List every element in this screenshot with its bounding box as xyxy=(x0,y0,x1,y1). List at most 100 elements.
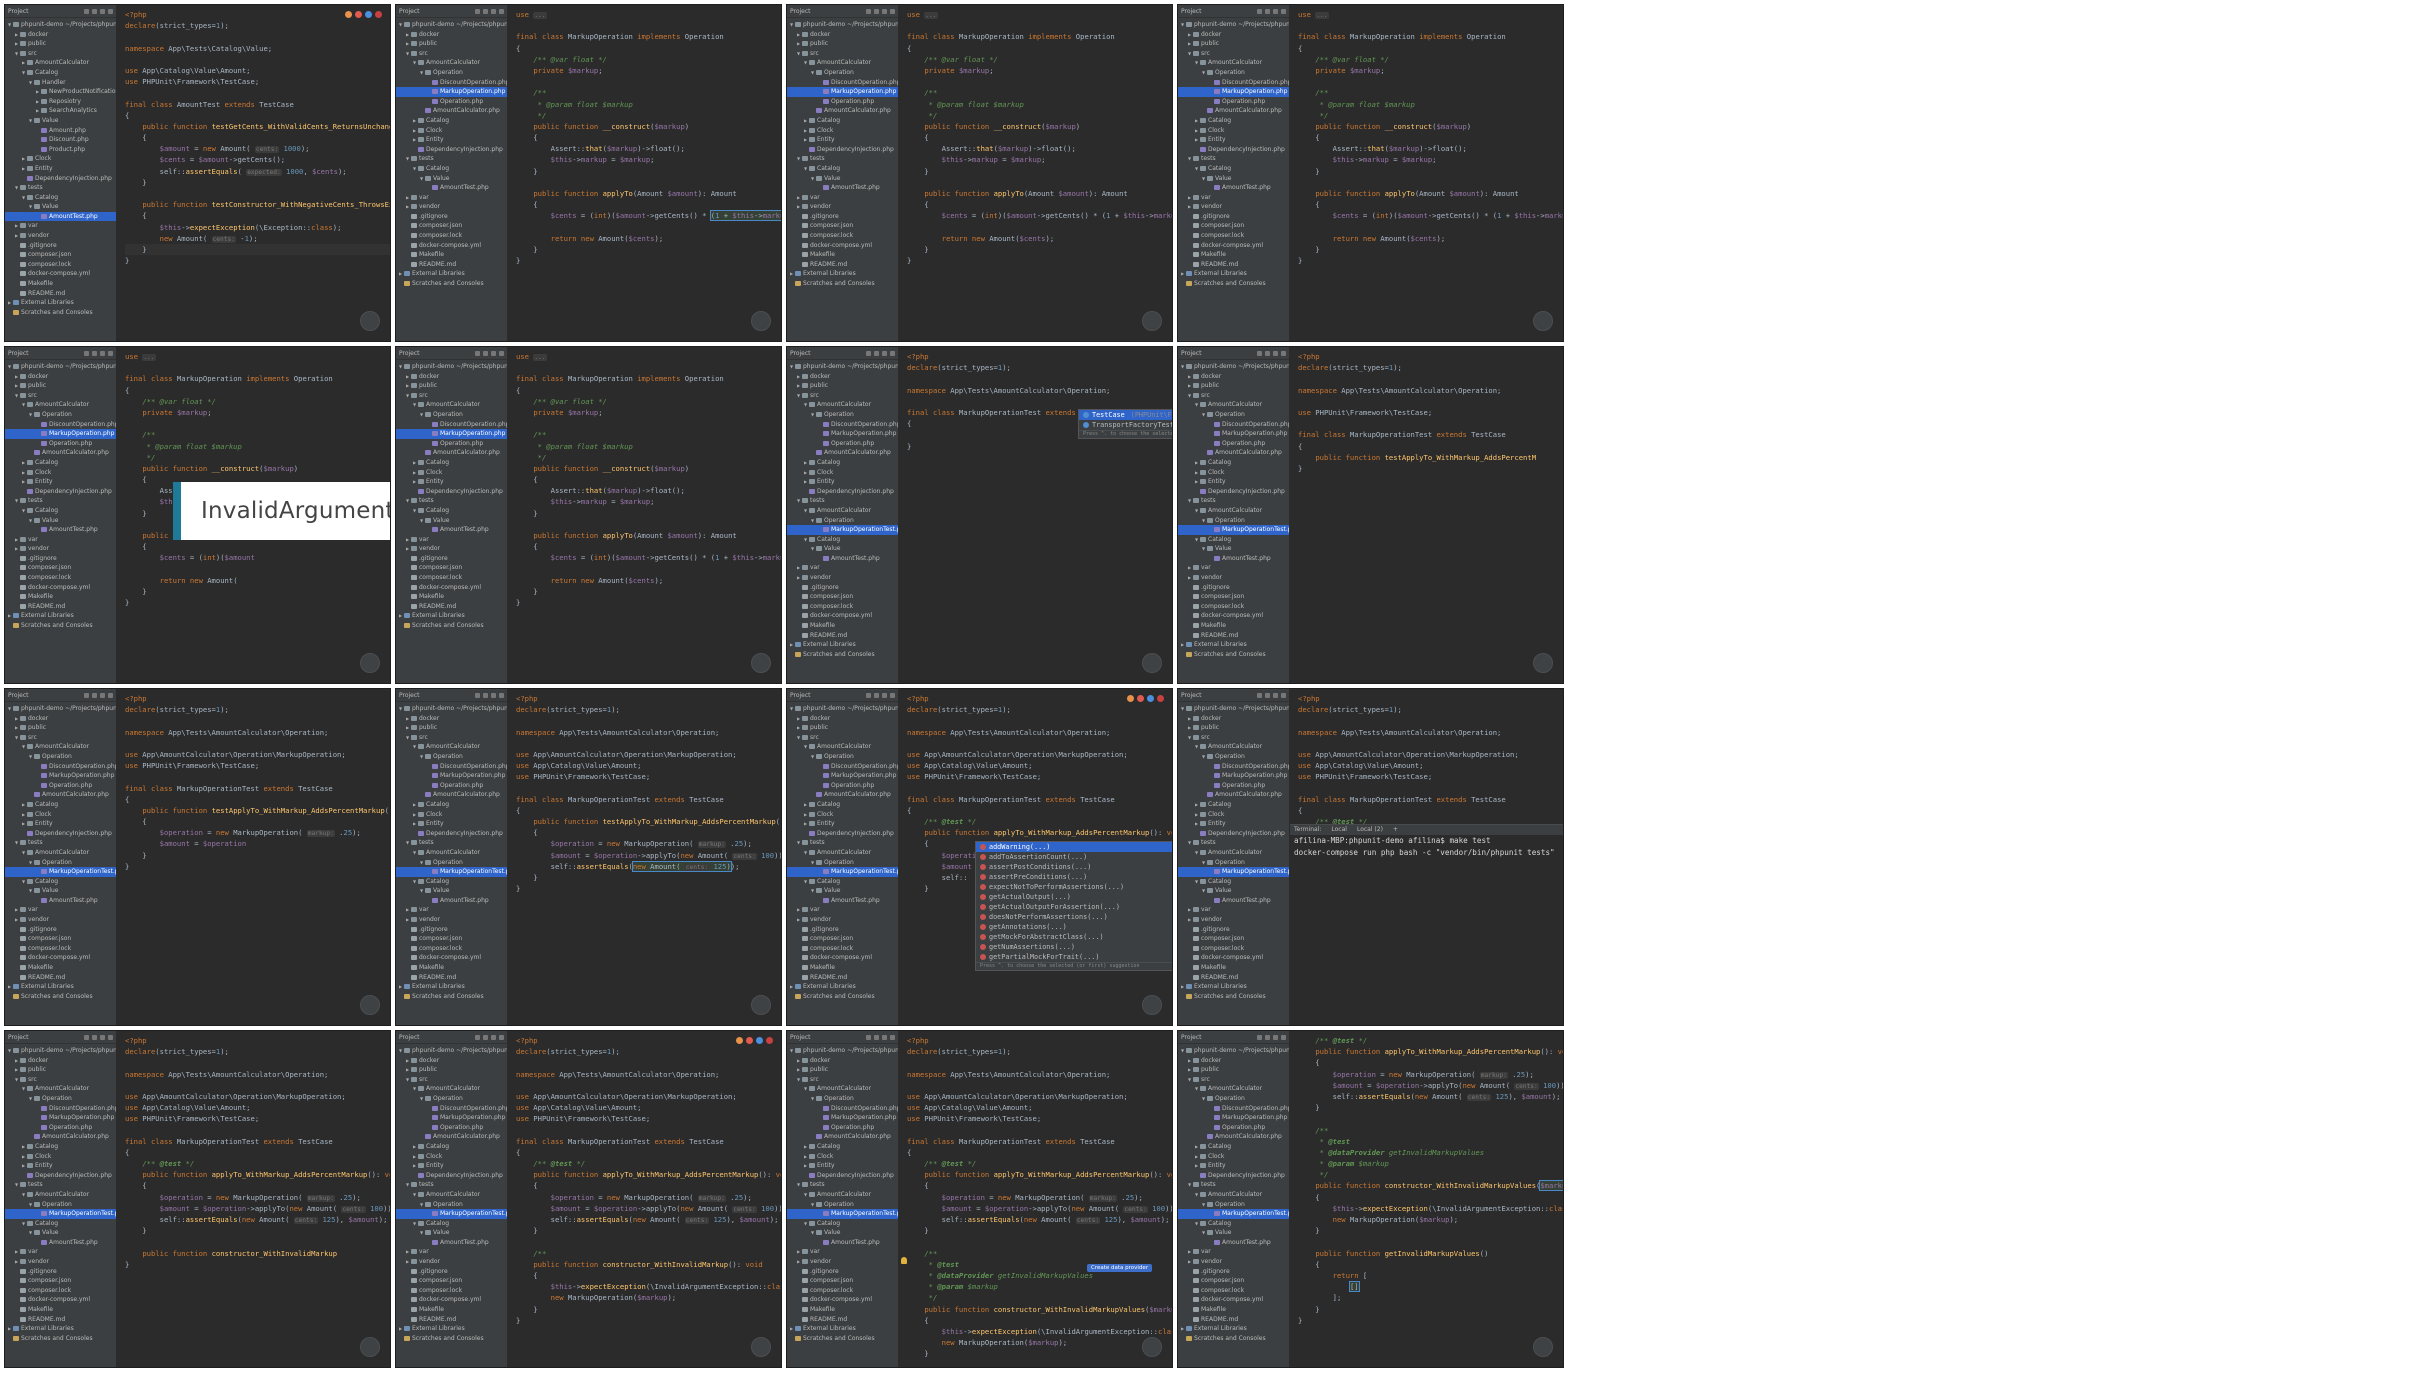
tree-item[interactable]: ▶ vendor xyxy=(787,202,898,212)
code-editor[interactable]: <?php declare(strict_types=1); namespace … xyxy=(1290,347,1563,683)
tree-item[interactable]: Scratches and Consoles xyxy=(1178,279,1289,289)
gear-icon[interactable] xyxy=(100,1034,105,1040)
code-editor[interactable]: <?php declare(strict_types=1); namespace … xyxy=(508,689,781,1025)
tree-item[interactable]: docker-compose.yml xyxy=(1178,953,1289,963)
tree-item[interactable]: ▶ External Libraries xyxy=(5,1324,116,1334)
collapse-overlay-button[interactable] xyxy=(1142,311,1162,331)
collapse-icon[interactable] xyxy=(483,8,488,14)
tree-item[interactable]: ▼ AmountCalculator xyxy=(396,58,507,68)
collapse-overlay-button[interactable] xyxy=(1533,1337,1553,1357)
tree-item[interactable]: ▶ vendor xyxy=(5,915,116,925)
tree-item[interactable]: ▶ Catalog xyxy=(1178,458,1289,468)
tree-item[interactable]: ▼ Operation xyxy=(787,1200,898,1210)
opera-icon[interactable] xyxy=(766,1037,773,1044)
tree-item[interactable]: Makefile xyxy=(787,621,898,631)
tree-item[interactable]: .gitignore xyxy=(5,1267,116,1277)
tree-item[interactable]: ▼ Operation xyxy=(5,752,116,762)
tree-item[interactable]: ▶ Entity xyxy=(1178,819,1289,829)
tree-item[interactable]: DiscountOperation.php xyxy=(787,78,898,88)
tree-item[interactable]: ▼ src xyxy=(787,391,898,401)
tree-item[interactable]: ▼phpunit-demo ~/Projects/phpunit-demo xyxy=(787,1046,898,1056)
tree-item[interactable]: Operation.php xyxy=(5,1123,116,1133)
tree-item[interactable]: ▶ Clock xyxy=(5,810,116,820)
tree-item[interactable]: ▶ Clock xyxy=(1178,1152,1289,1162)
tree-item[interactable]: ▼ Operation xyxy=(1178,1094,1289,1104)
tree-item[interactable]: composer.json xyxy=(396,221,507,231)
code-editor[interactable]: <?php declare(strict_types=1); namespace … xyxy=(899,1031,1172,1367)
locate-icon[interactable] xyxy=(1257,692,1262,698)
tree-item[interactable]: ▼ Operation xyxy=(1178,858,1289,868)
tree-item[interactable]: MarkupOperationTest.php xyxy=(396,1209,507,1219)
tree-item[interactable]: ▼ Catalog xyxy=(1178,164,1289,174)
tree-item[interactable]: AmountCalculator.php xyxy=(787,106,898,116)
tree-item[interactable]: ▶ var xyxy=(1178,905,1289,915)
tree-item[interactable]: MarkupOperation.php xyxy=(1178,429,1289,439)
locate-icon[interactable] xyxy=(84,1034,89,1040)
tree-item[interactable]: ▼ Catalog xyxy=(396,164,507,174)
gear-icon[interactable] xyxy=(1273,8,1278,14)
tree-item[interactable]: ▶ docker xyxy=(1178,714,1289,724)
tree-item[interactable]: Operation.php xyxy=(1178,1123,1289,1133)
tree-item[interactable]: ▶ var xyxy=(396,193,507,203)
tree-item[interactable]: ▼ Operation xyxy=(396,752,507,762)
tree-item[interactable]: .gitignore xyxy=(1178,1267,1289,1277)
tree-item[interactable]: ▼ tests xyxy=(5,183,116,193)
tree-item[interactable]: composer.lock xyxy=(396,1286,507,1296)
tree-item[interactable]: docker-compose.yml xyxy=(5,1295,116,1305)
tree-item[interactable]: ▼ AmountCalculator xyxy=(396,400,507,410)
tree-item[interactable]: DependencyInjection.php xyxy=(5,174,116,184)
terminal-panel[interactable]: Terminal: Local Local (2) + afilina-MBP:phpu… xyxy=(1290,824,1563,1025)
tree-item[interactable]: composer.lock xyxy=(787,231,898,241)
tree-item[interactable]: README.md xyxy=(5,602,116,612)
tree-item[interactable]: ▶ Catalog xyxy=(787,800,898,810)
tree-item[interactable]: ▶ Catalog xyxy=(396,116,507,126)
tree-item[interactable]: ▼ Catalog xyxy=(1178,1219,1289,1229)
tree-item[interactable]: Scratches and Consoles xyxy=(396,621,507,631)
tree-item[interactable]: Makefile xyxy=(1178,963,1289,973)
tree-item[interactable]: ▶ Catalog xyxy=(5,800,116,810)
tree-item[interactable]: ▼ AmountCalculator xyxy=(5,848,116,858)
tree-item[interactable]: ▼ Operation xyxy=(787,752,898,762)
collapse-overlay-button[interactable] xyxy=(751,311,771,331)
tree-item[interactable]: ▼ Value xyxy=(396,174,507,184)
tree-item[interactable]: MarkupOperation.php xyxy=(787,429,898,439)
gear-icon[interactable] xyxy=(1273,350,1278,356)
tree-item[interactable]: DependencyInjection.php xyxy=(787,829,898,839)
tree-item[interactable]: ▼ Operation xyxy=(396,1094,507,1104)
minimize-icon[interactable] xyxy=(499,1034,504,1040)
locate-icon[interactable] xyxy=(475,8,480,14)
tree-item[interactable]: ▼ Operation xyxy=(787,516,898,526)
tree-item[interactable]: MarkupOperationTest.php xyxy=(787,867,898,877)
create-data-provider-button[interactable]: Create data provider xyxy=(1087,1264,1153,1272)
tree-item[interactable]: ▶ External Libraries xyxy=(1178,1324,1289,1334)
tree-item[interactable]: ▼ tests xyxy=(396,1180,507,1190)
collapse-overlay-button[interactable] xyxy=(751,653,771,673)
tree-item[interactable]: ▶ Clock xyxy=(5,1152,116,1162)
tree-item[interactable]: ▶ Entity xyxy=(787,135,898,145)
tree-item[interactable]: ▶ Clock xyxy=(396,126,507,136)
tree-item[interactable]: ▼phpunit-demo ~/Projects/phpunit-demo xyxy=(5,704,116,714)
tree-item[interactable]: DiscountOperation.php xyxy=(396,420,507,430)
tree-item[interactable]: DiscountOperation.php xyxy=(5,420,116,430)
tree-item[interactable]: Makefile xyxy=(1178,621,1289,631)
tree-item[interactable]: DependencyInjection.php xyxy=(5,487,116,497)
tree-item[interactable]: ▶ vendor xyxy=(1178,915,1289,925)
firefox-icon[interactable] xyxy=(746,1037,753,1044)
tree-item[interactable]: README.md xyxy=(787,260,898,270)
tree-item[interactable]: ▶ External Libraries xyxy=(787,1324,898,1334)
tree-item[interactable]: ▼ AmountCalculator xyxy=(1178,848,1289,858)
locate-icon[interactable] xyxy=(84,692,89,698)
tree-item[interactable]: ▶ var xyxy=(1178,1247,1289,1257)
collapse-icon[interactable] xyxy=(874,692,879,698)
tree-item[interactable]: DependencyInjection.php xyxy=(5,1171,116,1181)
tree-item[interactable]: ▶ Entity xyxy=(787,477,898,487)
tree-item[interactable]: docker-compose.yml xyxy=(5,953,116,963)
tree-item[interactable]: ▼ tests xyxy=(787,154,898,164)
tree-item[interactable]: ▶ public xyxy=(5,381,116,391)
tree-item[interactable]: .gitignore xyxy=(787,1267,898,1277)
tree-item[interactable]: Operation.php xyxy=(787,1123,898,1133)
collapse-overlay-button[interactable] xyxy=(751,1337,771,1357)
tree-item[interactable]: ▼ Catalog xyxy=(396,877,507,887)
tree-item[interactable]: ▶ External Libraries xyxy=(1178,269,1289,279)
tree-item[interactable]: ▼ Operation xyxy=(787,1094,898,1104)
